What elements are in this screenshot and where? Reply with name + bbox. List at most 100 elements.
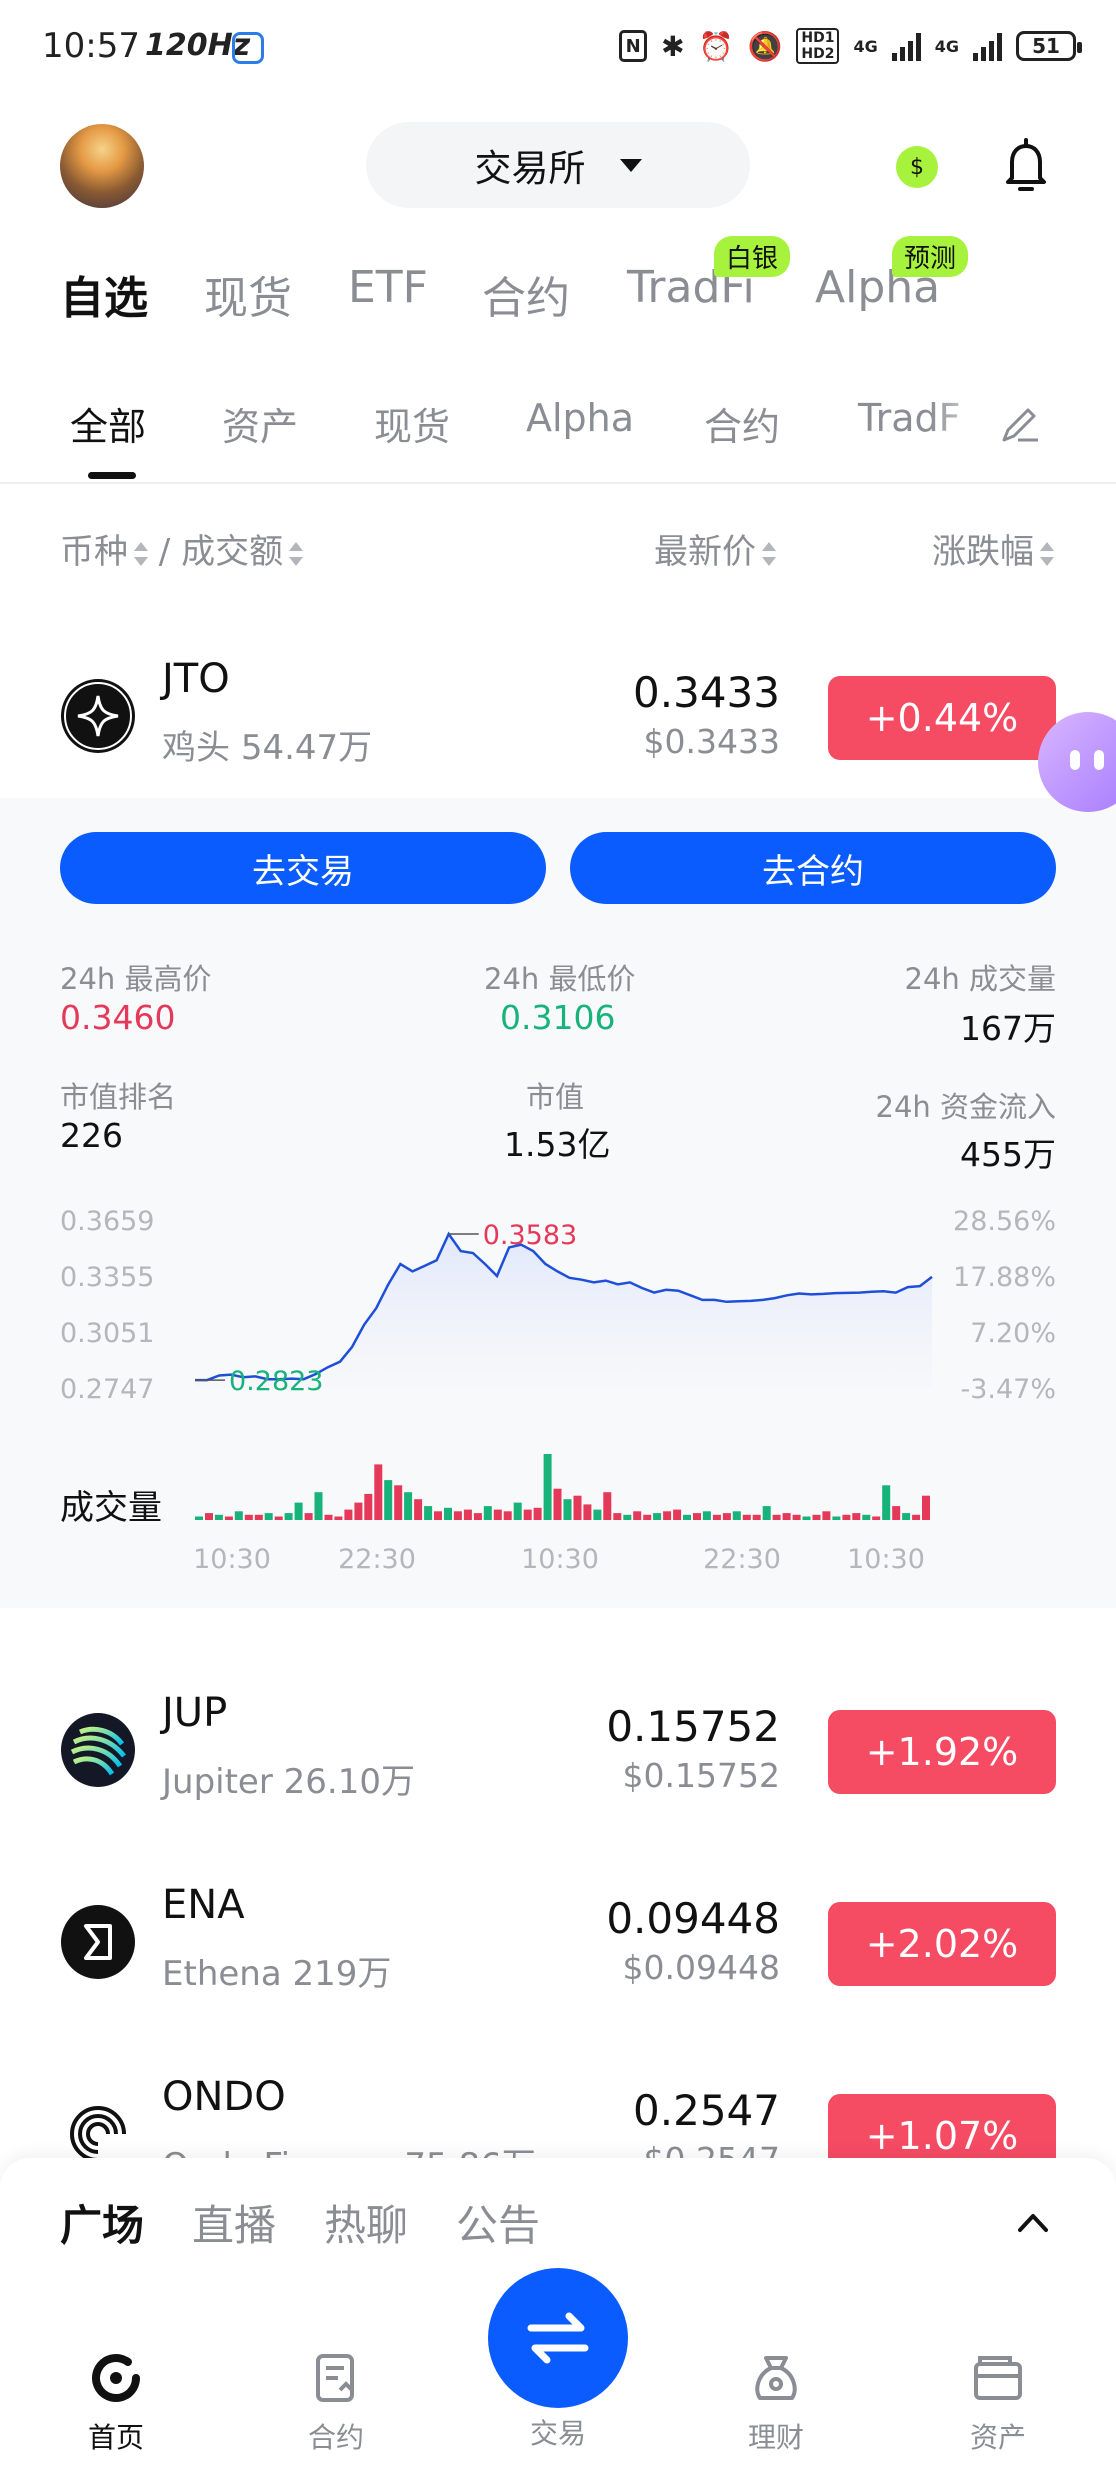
volume-bar	[573, 1495, 582, 1520]
list-item[interactable]: JUP Jupiter 26.10万 0.15752 $0.15752 +1.9…	[0, 1676, 1116, 1802]
nav-home[interactable]: 首页	[56, 2350, 176, 2456]
edit-icon[interactable]	[998, 402, 1042, 446]
volume-bar	[872, 1516, 881, 1520]
volume-bar	[742, 1514, 751, 1520]
network-type-2: 4G	[934, 36, 959, 56]
volume-bar	[812, 1514, 821, 1520]
nav-earn[interactable]: 理财	[716, 2350, 836, 2456]
list-item[interactable]: JTO 鸡头 54.47万 0.3433 $0.3433 +0.44%	[0, 642, 1116, 768]
volume-bar	[902, 1513, 911, 1520]
jto-logo-icon	[61, 679, 135, 753]
nav-trade[interactable]: 交易	[498, 2350, 618, 2452]
coin-name: 鸡头 54.47万	[162, 728, 373, 768]
y-tick-label: 0.2747	[60, 1374, 154, 1405]
coin-symbol: JTO	[162, 656, 230, 702]
sort-icon	[1040, 541, 1054, 567]
earn-bag-icon	[755, 2356, 797, 2400]
list-item[interactable]: ENA Ethena 219万 0.09448 $0.09448 +2.02%	[0, 1868, 1116, 1994]
price-chart[interactable]: 0.3659 0.3355 0.3051 0.2747 28.56% 17.88% 7.20…	[0, 798, 1116, 1608]
coin-price: 0.09448	[606, 1894, 780, 1943]
tab-spot[interactable]: 现货	[204, 262, 292, 326]
contract-icon	[316, 2354, 354, 2402]
feed-tab-square[interactable]: 广场	[60, 2192, 144, 2253]
feed-tab-chat[interactable]: 热聊	[324, 2192, 408, 2253]
volume-bar	[453, 1511, 462, 1520]
coin-name: Ethena 219万	[162, 1954, 392, 1994]
volume-bar	[633, 1511, 642, 1520]
avatar[interactable]	[60, 124, 144, 208]
volume-bar	[882, 1485, 891, 1520]
tab-favorites[interactable]: 自选	[60, 262, 148, 326]
y-tick-label: 0.3355	[60, 1262, 154, 1293]
volume-bar	[244, 1514, 253, 1520]
coin-price: 0.3433	[633, 668, 780, 717]
volume-bar	[344, 1509, 353, 1520]
subtab-all[interactable]: 全部	[70, 396, 146, 451]
tab-etf[interactable]: ETF	[348, 262, 428, 313]
volume-bar	[503, 1511, 512, 1520]
dollar-coin-icon[interactable]: $	[896, 146, 938, 188]
volume-bar	[523, 1509, 532, 1520]
volume-bar	[563, 1499, 572, 1520]
volume-bar	[613, 1513, 622, 1520]
volume-bar	[792, 1514, 801, 1520]
volume-bar	[673, 1509, 682, 1520]
x-tick-label: 22:30	[703, 1544, 781, 1575]
feed-tab-announcement[interactable]: 公告	[456, 2192, 540, 2253]
volume-bar	[224, 1516, 233, 1520]
nav-assets[interactable]: 资产	[938, 2350, 1058, 2456]
volume-bar	[314, 1492, 323, 1520]
signal-icon	[891, 31, 921, 61]
subtab-spot[interactable]: 现货	[374, 396, 450, 451]
subtab-assets[interactable]: 资产	[222, 396, 298, 451]
price-area	[195, 1234, 932, 1388]
chevron-up-icon[interactable]	[1016, 2210, 1050, 2234]
volume-label: 成交量	[60, 1488, 162, 1528]
y-tick-label-right: 7.20%	[970, 1318, 1056, 1349]
volume-bar	[712, 1514, 721, 1520]
sort-price[interactable]: 最新价	[654, 524, 776, 573]
volume-bar	[493, 1509, 502, 1520]
feed-tab-live[interactable]: 直播	[192, 2192, 276, 2253]
volume-bar	[852, 1513, 861, 1520]
hd-icon: HD1 HD2	[796, 28, 840, 64]
volume-bar	[473, 1513, 482, 1520]
sort-coin-volume[interactable]: 币种 / 成交额	[60, 524, 304, 573]
main-tabs: 自选 现货 ETF 合约 TradFi Alpha 白银 预测	[0, 236, 1116, 332]
exchange-selector[interactable]: 交易所	[366, 122, 750, 208]
volume-bar	[832, 1516, 841, 1520]
nav-futures[interactable]: 合约	[276, 2350, 396, 2456]
coin-symbol: ONDO	[162, 2074, 286, 2120]
volume-bar	[583, 1504, 592, 1520]
change-badge[interactable]: +2.02%	[828, 1902, 1056, 1986]
coin-price: 0.2547	[633, 2086, 780, 2135]
home-icon	[92, 2354, 140, 2402]
subtab-alpha[interactable]: Alpha	[526, 396, 634, 440]
volume-bar	[683, 1514, 691, 1520]
exchange-label: 交易所	[474, 147, 586, 190]
change-badge[interactable]: +1.92%	[828, 1710, 1056, 1794]
bell-icon[interactable]	[1002, 136, 1050, 196]
network-type-1: 4G	[853, 36, 878, 56]
volume-bar	[593, 1509, 602, 1520]
volume-bar	[374, 1464, 383, 1520]
coin-symbol: ENA	[162, 1882, 245, 1928]
subtab-futures[interactable]: 合约	[704, 396, 780, 451]
change-badge[interactable]: +0.44%	[828, 676, 1056, 760]
volume-bar	[444, 1507, 452, 1520]
volume-bar	[802, 1516, 811, 1520]
bottom-sheet: 广场 直播 热聊 公告 首页 合约 交易 理财 资产	[0, 2158, 1116, 2480]
x-tick-label: 10:30	[847, 1544, 925, 1575]
volume-bar	[752, 1514, 761, 1520]
sort-change[interactable]: 涨跌幅	[932, 524, 1054, 573]
volume-bar	[732, 1511, 741, 1520]
volume-bar	[762, 1506, 771, 1520]
volume-bar	[414, 1499, 423, 1520]
x-tick-label: 10:30	[521, 1544, 599, 1575]
jup-logo-icon	[61, 1713, 135, 1787]
tab-futures[interactable]: 合约	[482, 262, 570, 326]
mute-icon: 🔕	[747, 29, 783, 63]
bluetooth-icon: ✱	[661, 29, 685, 63]
volume-bar	[782, 1513, 791, 1520]
volume-bar	[404, 1492, 413, 1520]
